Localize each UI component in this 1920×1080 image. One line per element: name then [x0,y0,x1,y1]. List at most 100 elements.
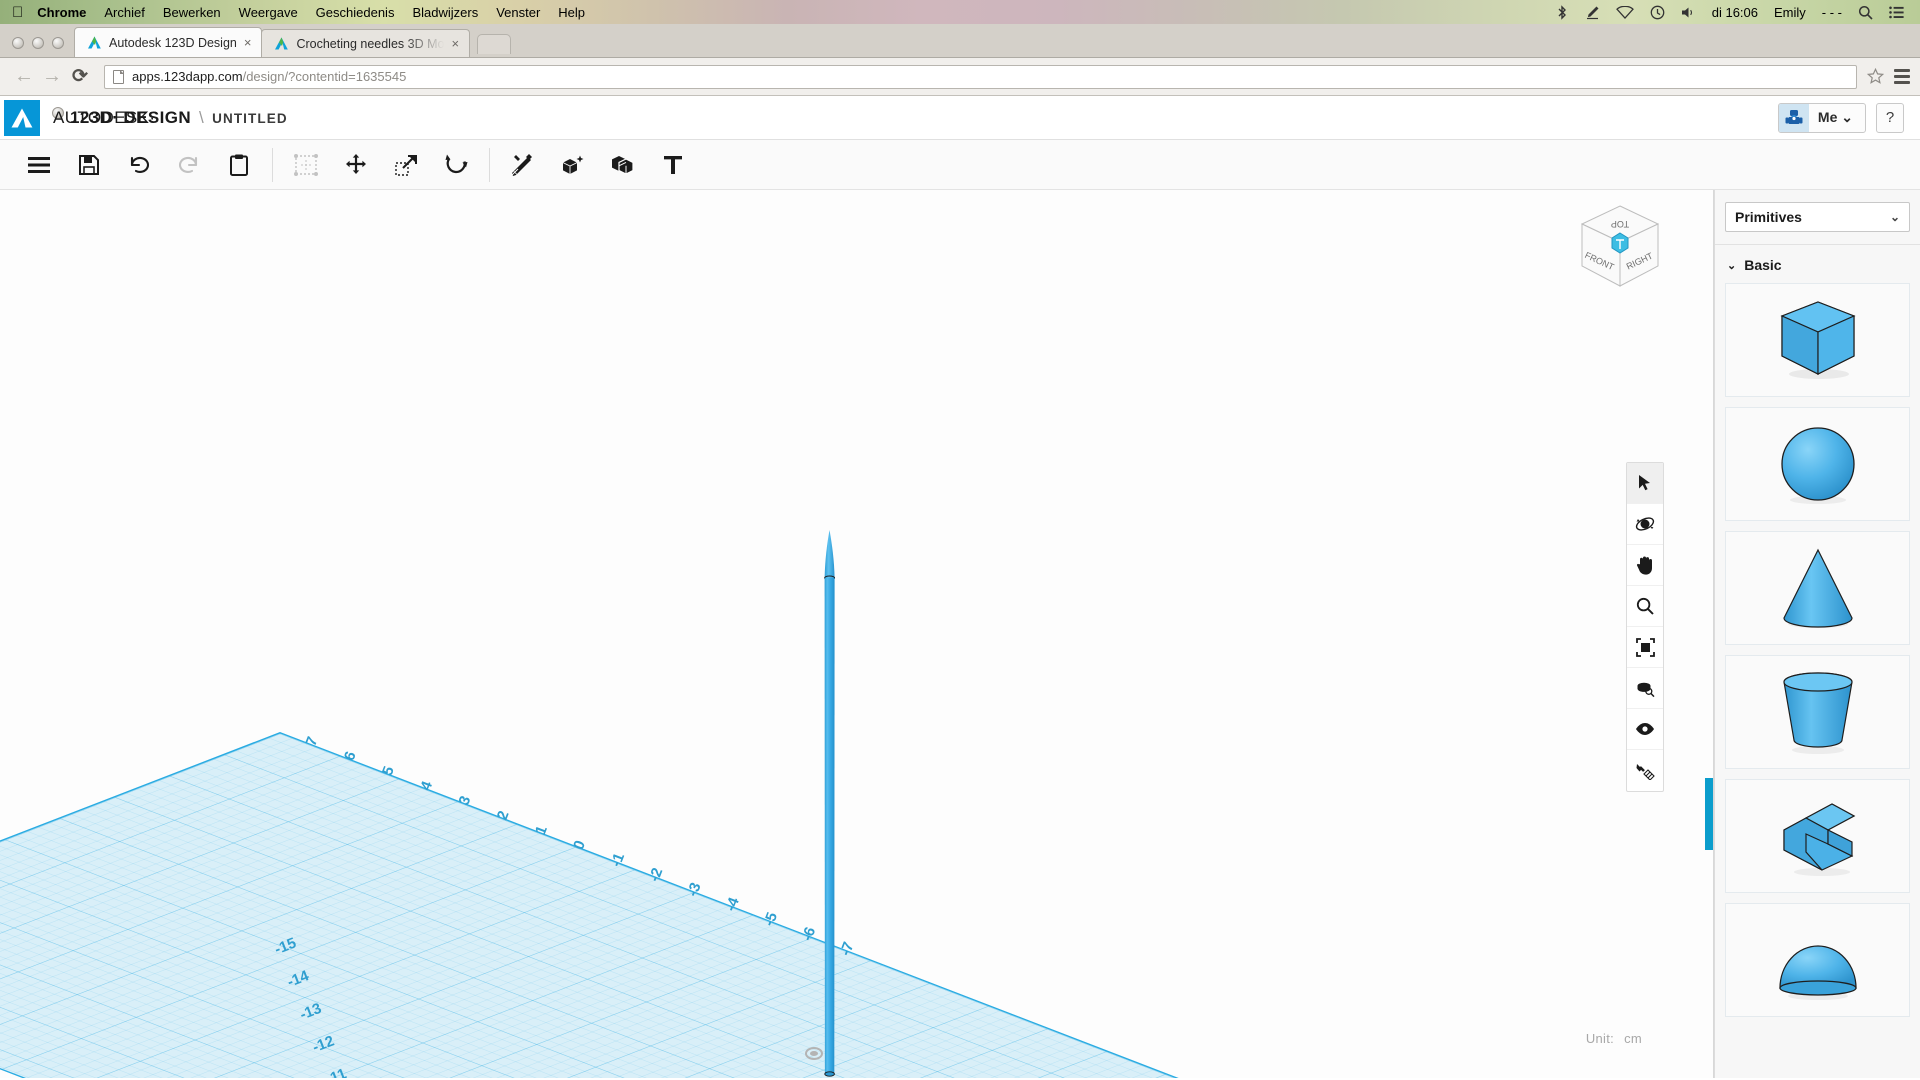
maximize-window-button[interactable] [52,37,64,49]
app-toolbar [0,140,1920,190]
browser-tab-autodesk[interactable]: Autodesk 123D Design × [74,27,263,57]
magnifier-icon[interactable] [1627,586,1663,627]
notification-center-icon[interactable] [1889,6,1904,19]
volume-icon[interactable] [1681,6,1696,19]
save-button[interactable] [64,140,114,190]
account-label: Me ⌄ [1809,109,1865,126]
group-header-basic[interactable]: ⌄ Basic [1725,245,1910,283]
search-icon[interactable] [1858,5,1873,20]
help-button[interactable]: ? [1876,102,1904,133]
menu-archief[interactable]: Archief [104,5,144,20]
window-controls [0,37,74,57]
autodesk-favicon-icon [274,36,289,51]
move-button[interactable] [331,140,381,190]
primitive-cone[interactable] [1725,531,1910,645]
primitive-wedge[interactable] [1725,779,1910,893]
account-menu-button[interactable]: Me ⌄ [1777,102,1866,133]
primitive-cylinder[interactable] [1725,655,1910,769]
cursor-arrow-icon[interactable] [1627,463,1663,504]
new-tab-button[interactable] [477,34,512,54]
airplay-icon[interactable] [1585,5,1600,20]
app-header: AUTODESK· 123D· DESIGN \ UNTITLED Me ⌄ ? [0,96,1920,140]
user-avatar-icon [1778,103,1809,132]
forward-button[interactable]: → [38,65,66,88]
primitives-panel: Primitives ⌄ ⌄ Basic [1714,190,1920,1078]
unit-label: Unit: cm [1586,1031,1642,1046]
menu-geschiedenis[interactable]: Geschiedenis [316,5,395,20]
close-icon[interactable]: × [244,36,252,49]
combine-button[interactable] [598,140,648,190]
chevron-down-icon: ⌄ [1727,259,1737,272]
text-button[interactable] [648,140,698,190]
macos-menubar:  Chrome Archief Bewerken Weergave Gesch… [0,0,1920,24]
menu-venster[interactable]: Venster [496,5,540,20]
view-navigation-bar [1626,462,1664,792]
back-button[interactable]: ← [10,65,38,88]
viewcube-top-label: TOP [1611,219,1629,229]
zoom-object-icon[interactable] [1627,668,1663,709]
view-cube[interactable]: TOP FRONT RIGHT [1572,200,1668,296]
unit-value: cm [1624,1031,1642,1046]
menu-bewerken[interactable]: Bewerken [163,5,221,20]
group-label: Basic [1744,257,1782,273]
3d-canvas[interactable]: 76543210-1-2-3-4-5-6-7 -15-14-13-12-11-1… [0,190,1714,1078]
autodesk-logo-icon[interactable] [4,99,40,136]
reload-button[interactable]: ⟳ [66,65,94,88]
primitive-box[interactable] [1725,283,1910,397]
sketch-button[interactable] [498,140,548,190]
browser-tab-crocheting[interactable]: Crocheting needles 3D Mo × [261,29,471,57]
select-button [281,140,331,190]
star-icon[interactable] [1867,68,1884,85]
brand-separator: \ [199,108,205,127]
menu-weergave[interactable]: Weergave [239,5,298,20]
scale-button[interactable] [381,140,431,190]
menu-chrome[interactable]: Chrome [37,5,86,20]
close-icon[interactable]: × [451,37,459,50]
apple-icon[interactable]:  [12,5,23,20]
snap-grid-icon[interactable] [1627,750,1663,791]
primitives-button[interactable] [548,140,598,190]
menu-bladwijzers[interactable]: Bladwijzers [412,5,478,20]
paste-button[interactable] [214,140,264,190]
menubar-dashes: - - - [1821,4,1842,20]
hand-pan-icon[interactable] [1627,545,1663,586]
toolbar-separator [272,147,273,182]
menu-button[interactable] [14,140,64,190]
redo-button [164,140,214,190]
eye-icon[interactable] [1627,709,1663,750]
tab-title: Crocheting needles 3D Mo [296,36,445,51]
menubar-clock[interactable]: di 16:06 [1712,5,1758,20]
rotate-button[interactable] [431,140,481,190]
crocheting-needle-model[interactable] [818,530,842,1078]
autodesk-123d-design-app: AUTODESK· 123D· DESIGN \ UNTITLED Me ⌄ ? [0,96,1920,1078]
unit-caption: Unit: [1585,1031,1615,1046]
time-machine-icon[interactable] [1650,5,1665,20]
page-document-icon [113,69,124,84]
brand-autodesk: AUTODESK· [52,107,156,127]
menubar-user[interactable]: Emily [1774,5,1806,20]
primitive-sphere[interactable] [1725,407,1910,521]
menu-help[interactable]: Help [558,5,585,20]
origin-marker-icon [805,1047,823,1060]
work-area: 76543210-1-2-3-4-5-6-7 -15-14-13-12-11-1… [0,190,1920,1078]
chevron-down-icon: ⌄ [1889,210,1900,224]
address-bar[interactable]: apps.123dapp.com /design/?contentid=1635… [104,64,1857,89]
orbit-icon[interactable] [1627,504,1663,545]
fit-to-window-icon[interactable] [1627,627,1663,668]
home-hexagon-icon [1611,232,1629,254]
minimize-window-button[interactable] [32,37,44,49]
close-window-button[interactable] [12,37,24,49]
document-title: UNTITLED [212,111,288,126]
primitives-category-dropdown[interactable]: Primitives ⌄ [1725,202,1910,232]
chrome-menu-icon[interactable] [1894,69,1910,84]
undo-button[interactable] [114,140,164,190]
wifi-icon[interactable] [1615,5,1634,19]
tab-title: Autodesk 123D Design [109,35,237,50]
me-text: Me [1817,109,1838,125]
category-label: Primitives [1735,209,1802,225]
tab-strip: Autodesk 123D Design × Crocheting needle… [0,24,1920,58]
bluetooth-icon[interactable] [1556,4,1569,20]
primitive-dome[interactable] [1725,903,1910,1017]
chevron-down-icon: ⌄ [1841,109,1853,125]
app-brand: AUTODESK· 123D· DESIGN \ UNTITLED [52,107,288,128]
